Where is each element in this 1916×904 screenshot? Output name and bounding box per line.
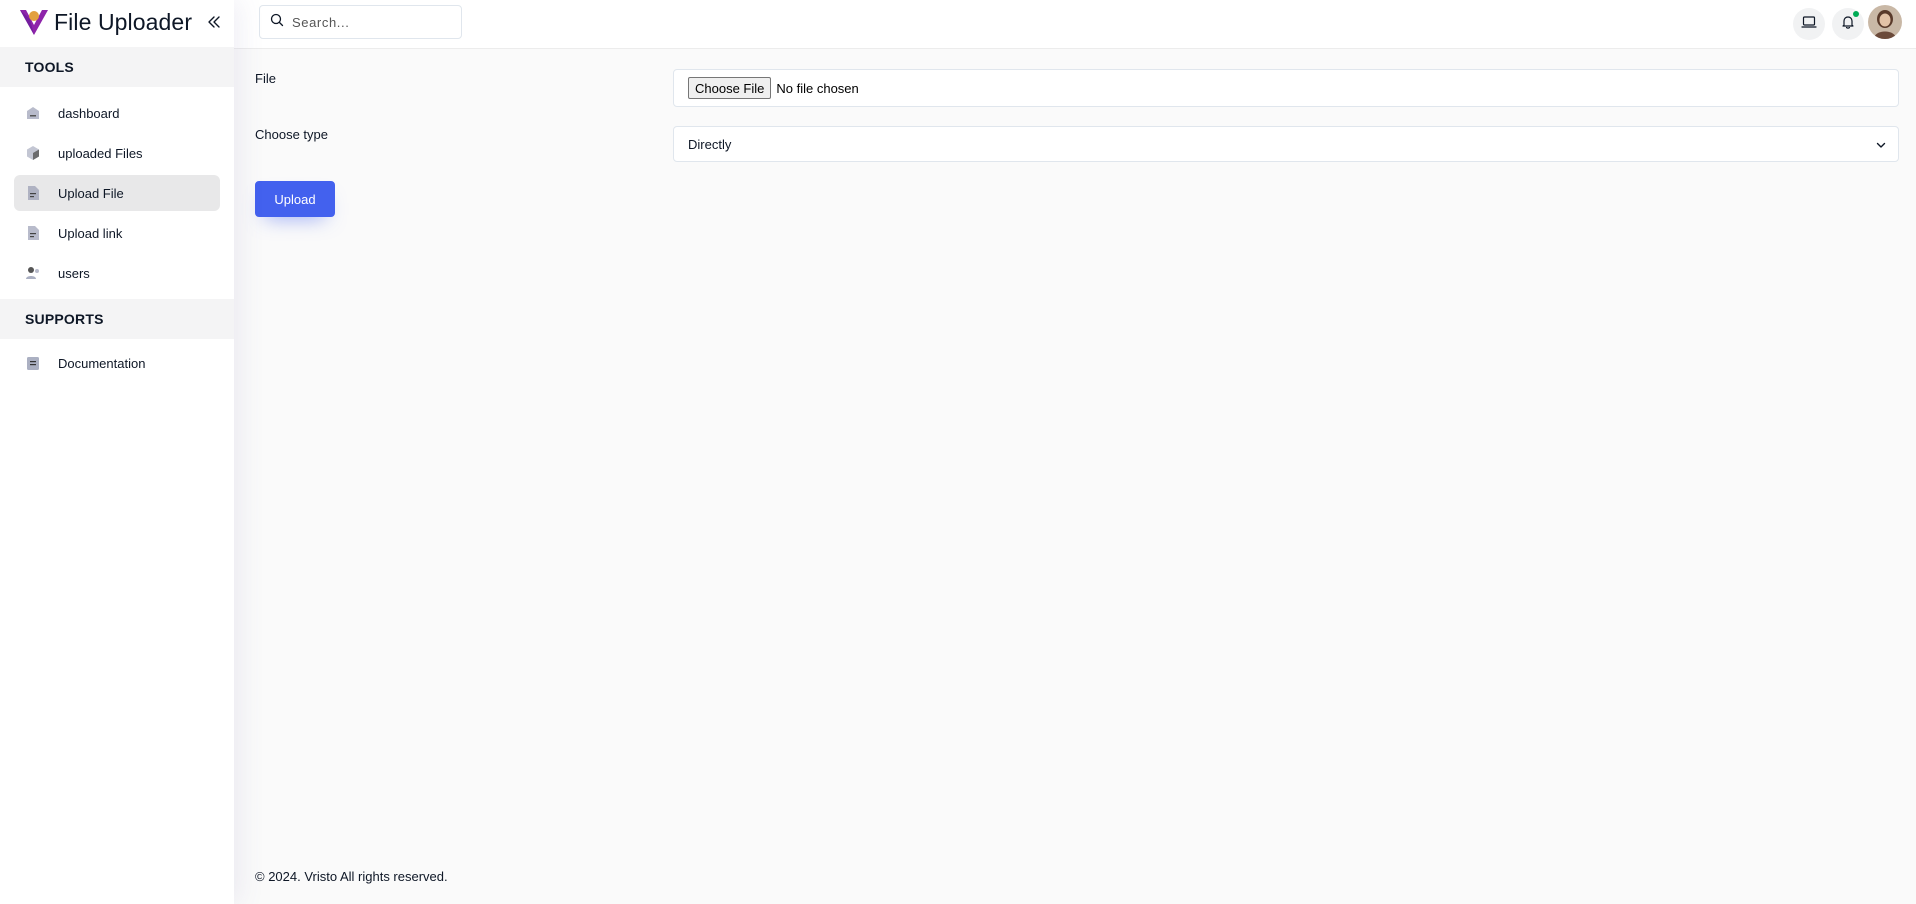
laptop-icon — [1801, 14, 1817, 35]
section-tools: TOOLS — [0, 47, 234, 87]
collapse-sidebar-icon[interactable] — [206, 14, 222, 30]
search-icon — [270, 13, 284, 32]
app-name: File Uploader — [54, 8, 193, 35]
search-input[interactable] — [292, 14, 452, 30]
users-icon — [24, 264, 42, 282]
vristo-logo-icon[interactable] — [18, 7, 50, 37]
file-input[interactable]: Choose File No file chosen — [673, 69, 1899, 107]
tools-menu: dashboard uploaded Files Upload File Upl… — [0, 87, 234, 291]
notification-dot — [1853, 11, 1859, 17]
sidebar-item-label: Upload File — [58, 185, 124, 201]
choose-file-button[interactable]: Choose File — [688, 77, 772, 99]
sidebar-item-label: uploaded Files — [58, 145, 143, 161]
sidebar-item-users[interactable]: users — [14, 255, 220, 291]
laptop-button[interactable] — [1793, 8, 1825, 40]
document-icon — [24, 184, 42, 202]
chevron-down-icon — [1874, 138, 1888, 157]
notifications-button[interactable] — [1832, 8, 1864, 40]
sidebar-item-label: Upload link — [58, 225, 123, 241]
avatar[interactable] — [1868, 5, 1902, 39]
sidebar-item-label: Documentation — [58, 355, 146, 371]
file-status-text: No file chosen — [776, 80, 859, 96]
sidebar-item-label: dashboard — [58, 105, 120, 121]
sidebar: File Uploader TOOLS dashboard uploaded F… — [0, 0, 234, 904]
cube-icon — [24, 144, 42, 162]
choose-type-label: Choose type — [255, 127, 328, 142]
search-box[interactable] — [259, 5, 462, 39]
book-icon — [24, 354, 42, 372]
sidebar-item-uploaded-files[interactable]: uploaded Files — [14, 135, 220, 171]
sidebar-item-upload-file[interactable]: Upload File — [14, 175, 220, 211]
dashboard-icon — [24, 104, 42, 122]
main-content: File Choose File No file chosen Choose t… — [234, 49, 1916, 904]
upload-button[interactable]: Upload — [255, 181, 335, 217]
top-header — [234, 0, 1916, 49]
sidebar-item-upload-link[interactable]: Upload link — [14, 215, 220, 251]
sidebar-item-dashboard[interactable]: dashboard — [14, 95, 220, 131]
footer-copyright: © 2024. Vristo All rights reserved. — [255, 869, 448, 884]
type-select-value: Directly — [688, 136, 732, 152]
supports-menu: Documentation — [0, 339, 234, 381]
document-icon — [24, 224, 42, 242]
sidebar-item-documentation[interactable]: Documentation — [14, 345, 220, 381]
file-label: File — [255, 71, 276, 86]
brand: File Uploader — [0, 0, 234, 44]
section-supports: SUPPORTS — [0, 299, 234, 339]
sidebar-item-label: users — [58, 265, 90, 281]
type-select[interactable]: Directly — [673, 126, 1899, 162]
